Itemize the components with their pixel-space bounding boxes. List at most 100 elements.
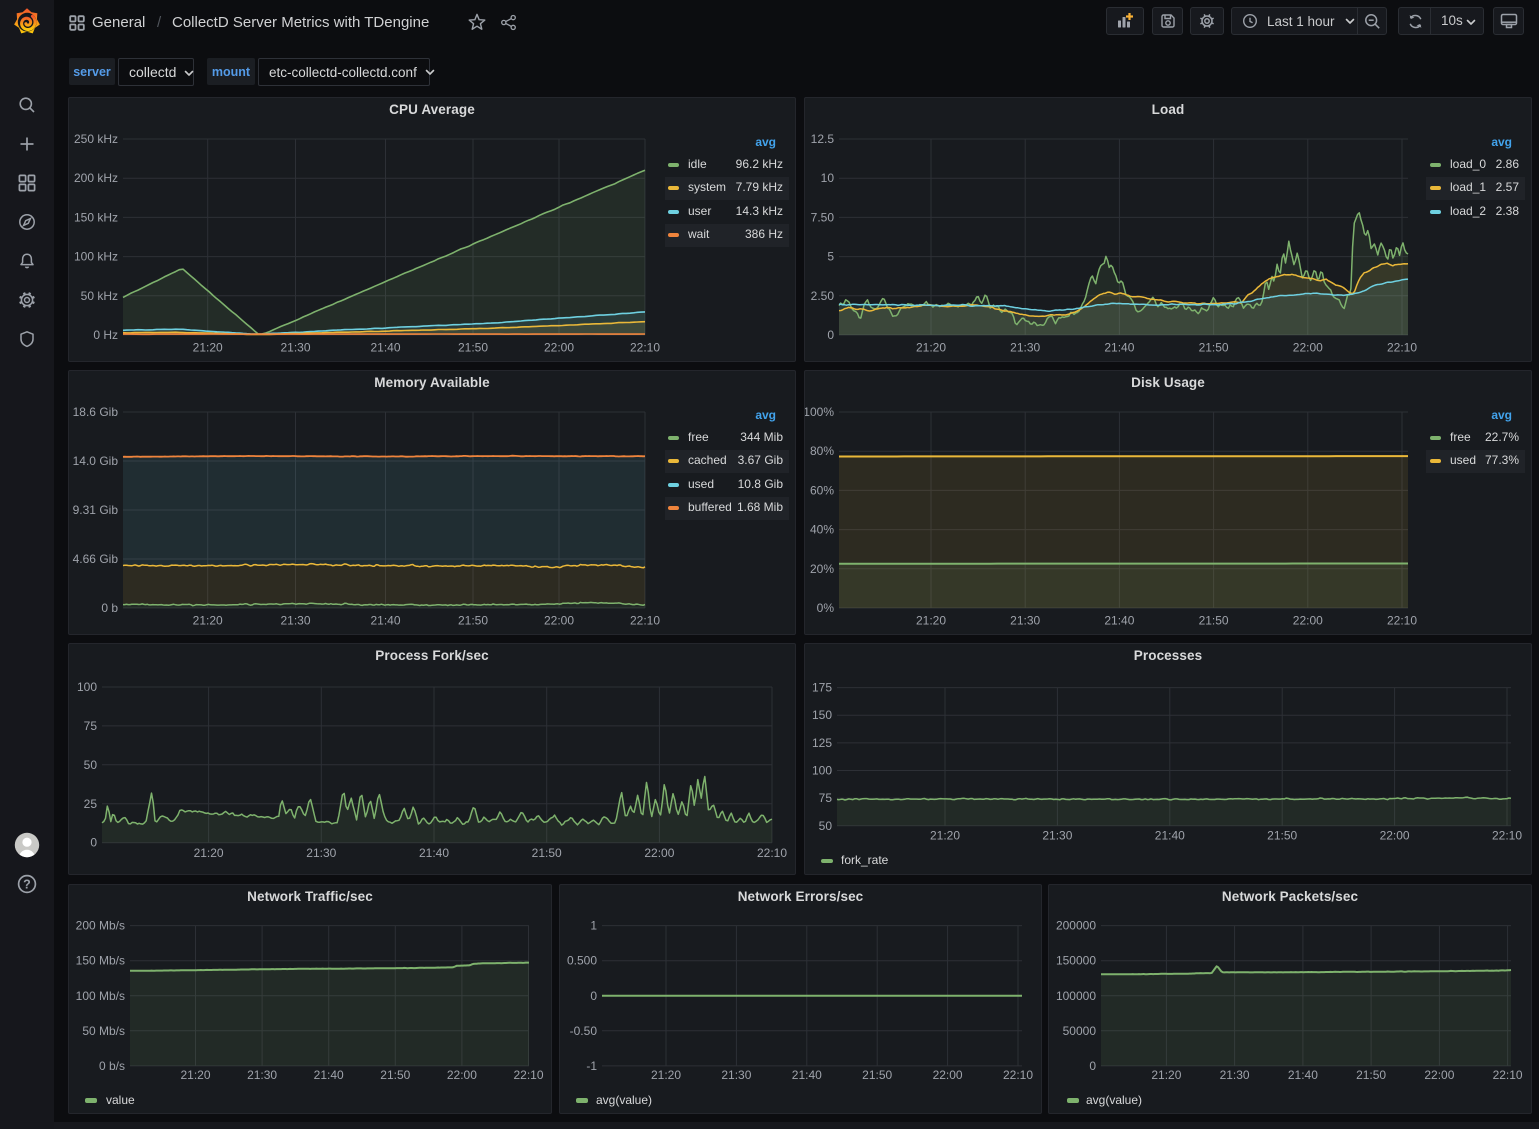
svg-text:22:00: 22:00 (544, 341, 574, 355)
svg-text:-1: -1 (586, 1059, 597, 1073)
svg-text:21:30: 21:30 (280, 341, 310, 355)
svg-text:0: 0 (1089, 1059, 1096, 1073)
svg-text:14.0 Gib: 14.0 Gib (73, 454, 119, 468)
svg-text:0%: 0% (817, 601, 835, 615)
svg-text:0: 0 (90, 836, 97, 850)
svg-text:2.50: 2.50 (811, 289, 835, 303)
svg-text:-0.50: -0.50 (570, 1024, 598, 1038)
svg-text:50000: 50000 (1063, 1024, 1097, 1038)
svg-text:0 b/s: 0 b/s (99, 1059, 125, 1073)
svg-text:100: 100 (77, 680, 97, 694)
svg-text:22:10: 22:10 (1003, 1068, 1033, 1082)
svg-text:21:40: 21:40 (370, 614, 400, 628)
svg-text:22:10: 22:10 (513, 1068, 543, 1082)
svg-text:75: 75 (819, 791, 833, 805)
svg-text:21:20: 21:20 (651, 1068, 681, 1082)
svg-text:100: 100 (812, 764, 832, 778)
svg-text:21:20: 21:20 (930, 829, 960, 843)
svg-text:22:10: 22:10 (1387, 341, 1417, 355)
svg-text:22:10: 22:10 (757, 846, 787, 860)
svg-text:21:30: 21:30 (721, 1068, 751, 1082)
svg-text:21:40: 21:40 (1288, 1068, 1318, 1082)
svg-text:200 kHz: 200 kHz (74, 171, 118, 185)
svg-text:40%: 40% (810, 523, 834, 537)
svg-text:1: 1 (590, 919, 597, 933)
svg-text:21:50: 21:50 (458, 341, 488, 355)
svg-text:9.31 Gib: 9.31 Gib (73, 503, 119, 517)
svg-text:21:30: 21:30 (247, 1068, 277, 1082)
svg-text:21:30: 21:30 (1010, 614, 1040, 628)
svg-text:22:00: 22:00 (544, 614, 574, 628)
svg-text:22:00: 22:00 (1424, 1068, 1454, 1082)
svg-text:21:50: 21:50 (532, 846, 562, 860)
svg-text:4.66 Gib: 4.66 Gib (73, 552, 119, 566)
svg-text:21:40: 21:40 (792, 1068, 822, 1082)
svg-text:80%: 80% (810, 444, 834, 458)
svg-text:18.6 Gib: 18.6 Gib (73, 405, 119, 419)
svg-text:100000: 100000 (1056, 989, 1096, 1003)
svg-text:100 Mb/s: 100 Mb/s (76, 989, 125, 1003)
svg-text:125: 125 (812, 736, 832, 750)
svg-text:250 kHz: 250 kHz (74, 132, 118, 146)
svg-text:21:20: 21:20 (193, 614, 223, 628)
svg-text:?: ? (23, 877, 31, 891)
svg-text:21:50: 21:50 (1199, 341, 1229, 355)
svg-text:22:00: 22:00 (933, 1068, 963, 1082)
svg-text:21:40: 21:40 (1104, 614, 1134, 628)
svg-text:5: 5 (827, 250, 834, 264)
svg-text:50 Mb/s: 50 Mb/s (82, 1024, 125, 1038)
svg-text:0: 0 (590, 989, 597, 1003)
svg-text:22:00: 22:00 (1293, 614, 1323, 628)
svg-text:22:10: 22:10 (1493, 1068, 1523, 1082)
svg-text:175: 175 (812, 681, 832, 695)
svg-text:21:50: 21:50 (1356, 1068, 1386, 1082)
svg-text:10: 10 (821, 171, 835, 185)
svg-text:75: 75 (84, 719, 98, 733)
svg-text:21:40: 21:40 (1104, 341, 1134, 355)
svg-text:12.5: 12.5 (811, 132, 835, 146)
svg-text:21:30: 21:30 (1042, 829, 1072, 843)
svg-text:21:40: 21:40 (314, 1068, 344, 1082)
svg-text:21:30: 21:30 (280, 614, 310, 628)
svg-text:25: 25 (84, 797, 98, 811)
svg-text:50: 50 (84, 758, 98, 772)
svg-text:0.500: 0.500 (567, 954, 597, 968)
svg-text:100 kHz: 100 kHz (74, 250, 118, 264)
svg-text:22:00: 22:00 (644, 846, 674, 860)
svg-text:21:40: 21:40 (419, 846, 449, 860)
svg-text:21:40: 21:40 (370, 341, 400, 355)
svg-text:7.50: 7.50 (811, 210, 835, 224)
svg-text:150: 150 (812, 708, 832, 722)
svg-text:20%: 20% (810, 562, 834, 576)
svg-text:150 Mb/s: 150 Mb/s (76, 954, 125, 968)
svg-text:150000: 150000 (1056, 954, 1096, 968)
svg-text:200000: 200000 (1056, 919, 1096, 933)
svg-text:0: 0 (827, 328, 834, 342)
svg-text:21:20: 21:20 (916, 614, 946, 628)
svg-text:100%: 100% (805, 405, 834, 419)
svg-text:60%: 60% (810, 483, 834, 497)
svg-text:22:10: 22:10 (630, 341, 660, 355)
svg-text:150 kHz: 150 kHz (74, 210, 118, 224)
svg-text:0 Hz: 0 Hz (93, 328, 118, 342)
svg-text:21:20: 21:20 (916, 341, 946, 355)
svg-text:21:20: 21:20 (193, 341, 223, 355)
svg-text:22:00: 22:00 (1380, 829, 1410, 843)
svg-text:22:10: 22:10 (1492, 829, 1522, 843)
svg-text:21:50: 21:50 (1199, 614, 1229, 628)
svg-text:22:00: 22:00 (447, 1068, 477, 1082)
svg-text:21:40: 21:40 (1155, 829, 1185, 843)
svg-text:21:30: 21:30 (1220, 1068, 1250, 1082)
svg-text:21:20: 21:20 (180, 1068, 210, 1082)
svg-text:50 kHz: 50 kHz (81, 289, 118, 303)
svg-text:21:30: 21:30 (1010, 341, 1040, 355)
svg-text:21:20: 21:20 (194, 846, 224, 860)
svg-text:21:50: 21:50 (458, 614, 488, 628)
svg-text:0 b: 0 b (101, 601, 118, 615)
svg-text:21:50: 21:50 (862, 1068, 892, 1082)
svg-text:22:00: 22:00 (1293, 341, 1323, 355)
svg-text:50: 50 (819, 819, 833, 833)
svg-text:21:50: 21:50 (380, 1068, 410, 1082)
svg-text:200 Mb/s: 200 Mb/s (76, 919, 125, 933)
svg-text:21:50: 21:50 (1267, 829, 1297, 843)
